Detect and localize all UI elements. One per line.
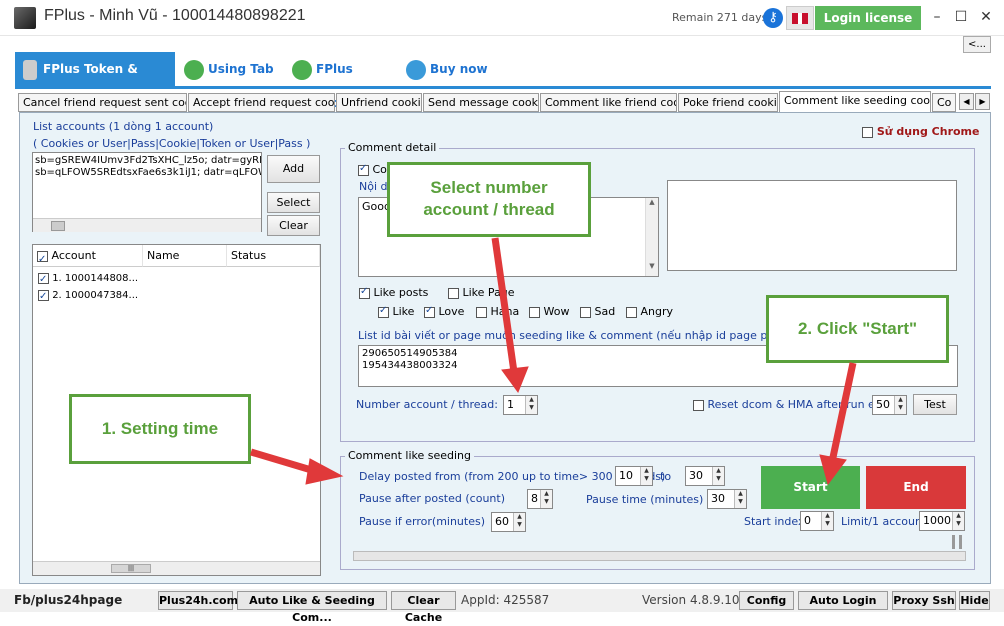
arrow-to-thread [491, 237, 518, 373]
hide-button[interactable]: Hide [959, 591, 990, 610]
arrow-to-start [828, 362, 857, 463]
clear-cache-button[interactable]: Clear Cache [391, 591, 456, 624]
auto-login-button[interactable]: Auto Login [798, 591, 888, 610]
arrowhead-thread [501, 366, 529, 394]
config-button[interactable]: Config [739, 591, 794, 610]
arrowhead-start [819, 454, 847, 486]
arrowhead-delay [305, 458, 344, 485]
plus24h-button[interactable]: Plus24h.com [158, 591, 238, 610]
fb-link[interactable]: Fb/plus24hpage [14, 593, 122, 607]
auto-like-seeding-button[interactable]: Auto Like & Seeding Com... [237, 591, 387, 624]
app-id: AppId: 425587 [461, 593, 550, 607]
version-text: Version 4.8.9.10 [642, 593, 740, 607]
proxy-ssh-button[interactable]: Proxy Ssh [892, 591, 956, 610]
annotation-arrows [249, 237, 857, 486]
